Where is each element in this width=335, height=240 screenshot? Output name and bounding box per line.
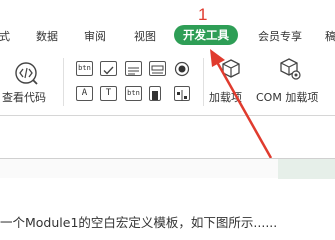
tab-formula[interactable]: 式 [0,28,10,44]
addins-cube-icon [222,59,240,78]
spinbutton-control-icon[interactable] [174,86,190,101]
selected-column-highlight [278,159,335,179]
ribbon-divider [63,58,64,106]
combobox-control-icon[interactable] [125,61,142,76]
view-code-icon [15,62,38,85]
article-caption: 一个Module1的空白宏定义模板，如下图所示...... [0,215,278,230]
tab-member[interactable]: 会员专享 [258,28,302,44]
scrollbar-glyph-icon [152,91,158,100]
listbox-control-icon[interactable] [149,61,166,76]
com-addins-label: COM 加载项 [256,91,319,104]
view-code-label: 查看代码 [2,91,46,104]
tab-developer-tools[interactable]: 开发工具 [174,25,238,45]
developer-ribbon: 查看代码 btn A T btn 加载项 COM 加载项 [0,50,335,116]
ribbon-divider [203,58,204,106]
checkbox-control-icon[interactable] [100,61,117,76]
addins-label: 加载项 [209,91,242,104]
spinbutton-glyph-icon [177,90,187,101]
textbox-control-icon[interactable]: T [100,86,117,101]
tab-review[interactable]: 审阅 [84,28,106,44]
toggle-button-control-icon[interactable]: btn [125,86,142,101]
combobox-glyph-icon [128,67,139,75]
option-button-control-icon[interactable] [174,61,190,77]
annotation-number: 1 [198,5,208,24]
tab-data[interactable]: 数据 [36,28,58,44]
com-addins-button[interactable]: COM 加载项 [254,54,334,110]
addins-button[interactable]: 加载项 [206,54,250,110]
view-code-button[interactable]: 查看代码 [0,54,52,110]
ribbon-tab-bar: 式 数据 审阅 视图 开发工具 会员专享 稿 [0,22,335,50]
com-addins-cube-gear-icon [280,58,301,80]
scrollbar-control-icon[interactable] [149,86,161,101]
listbox-glyph-icon [151,65,164,74]
label-control-icon[interactable]: A [76,86,93,101]
checkmark-icon [103,66,114,75]
spreadsheet-strip [0,158,335,179]
tab-more[interactable]: 稿 [325,28,335,44]
tab-view[interactable]: 视图 [134,28,156,44]
button-control-icon[interactable]: btn [76,61,93,76]
radio-glyph-icon [174,61,190,77]
